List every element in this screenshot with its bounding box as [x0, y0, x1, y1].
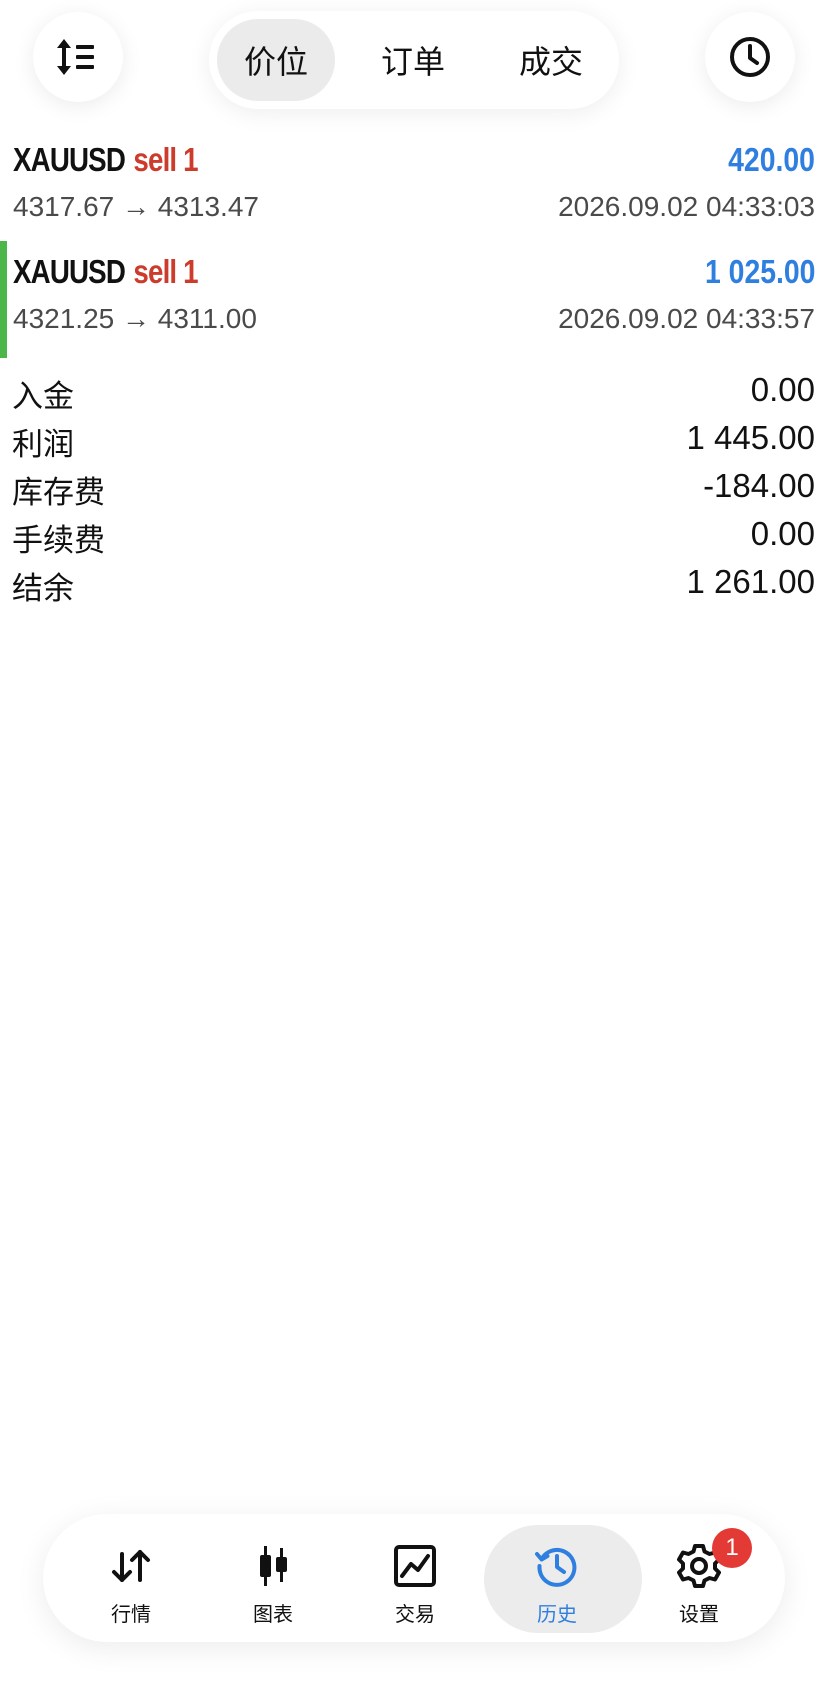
- deal-time: 2026.09.02 04:33:03: [558, 191, 815, 222]
- segment-control: 价位 订单 成交: [209, 11, 619, 109]
- summary-value: 1 445.00: [686, 419, 815, 456]
- deal-profit: 420.00: [728, 141, 815, 178]
- summary-label: 手续费: [12, 523, 105, 559]
- deal-time: 2026.09.02 04:33:57: [558, 303, 815, 334]
- summary-label: 结余: [12, 571, 74, 607]
- tab-orders[interactable]: 订单: [353, 19, 473, 101]
- deal-symbol: XAUUSD sell 1: [13, 253, 199, 291]
- summary-value: 0.00: [750, 515, 815, 552]
- summary-value: -184.00: [703, 467, 815, 504]
- nav-charts[interactable]: 图表: [202, 1514, 344, 1642]
- summary-label: 库存费: [12, 475, 105, 511]
- summary-label: 入金: [12, 379, 74, 415]
- nav-label: 行情: [111, 1602, 151, 1626]
- deal-side: sell 1: [133, 141, 198, 178]
- deal-row[interactable]: XAUUSD sell 1 420.00 4317.67 → 4313.47 20…: [0, 129, 828, 247]
- tab-quotes[interactable]: 价位: [217, 19, 335, 101]
- deal-side: sell 1: [133, 253, 198, 290]
- sort-lines-icon: [57, 39, 94, 75]
- bottom-nav: 行情 图表 交易 历史 设置 1: [43, 1514, 785, 1642]
- summary-deposit: 入金 0.00: [0, 369, 828, 417]
- quotes-arrows-icon: [112, 1550, 150, 1582]
- history-clock-icon: [535, 1547, 577, 1587]
- notification-badge: 1: [712, 1528, 752, 1568]
- deal-symbol: XAUUSD sell 1: [13, 141, 199, 179]
- nav-history[interactable]: 历史: [484, 1514, 642, 1642]
- nav-label: 历史: [537, 1602, 577, 1626]
- nav-label: 设置: [679, 1602, 719, 1626]
- candlestick-chart-icon: [260, 1546, 287, 1586]
- nav-quotes[interactable]: 行情: [60, 1514, 202, 1642]
- trade-chart-icon: [394, 1545, 436, 1587]
- symbol-name: XAUUSD: [13, 253, 126, 290]
- summary-profit: 利润 1 445.00: [0, 417, 828, 465]
- summary-balance: 结余 1 261.00: [0, 561, 828, 609]
- summary-value: 1 261.00: [686, 563, 815, 600]
- nav-trade[interactable]: 交易: [344, 1514, 486, 1642]
- period-button[interactable]: [705, 12, 795, 102]
- summary-label: 利润: [12, 427, 74, 463]
- nav-label: 图表: [253, 1602, 293, 1626]
- nav-settings[interactable]: 设置 1: [628, 1514, 770, 1642]
- tab-deals[interactable]: 成交: [491, 19, 611, 101]
- clock-icon: [730, 37, 770, 77]
- deal-prices: 4317.67 → 4313.47: [13, 191, 259, 222]
- symbol-name: XAUUSD: [13, 141, 126, 178]
- summary-commission: 手续费 0.00: [0, 513, 828, 561]
- summary-swap: 库存费 -184.00: [0, 465, 828, 513]
- deal-prices: 4321.25 → 4311.00: [13, 303, 257, 334]
- deal-row[interactable]: XAUUSD sell 1 1 025.00 4321.25 → 4311.00 …: [0, 241, 828, 359]
- deal-profit: 1 025.00: [704, 253, 815, 290]
- sort-button[interactable]: [33, 12, 123, 102]
- nav-label: 交易: [395, 1602, 435, 1626]
- summary-value: 0.00: [750, 371, 815, 408]
- selected-indicator: [0, 241, 7, 358]
